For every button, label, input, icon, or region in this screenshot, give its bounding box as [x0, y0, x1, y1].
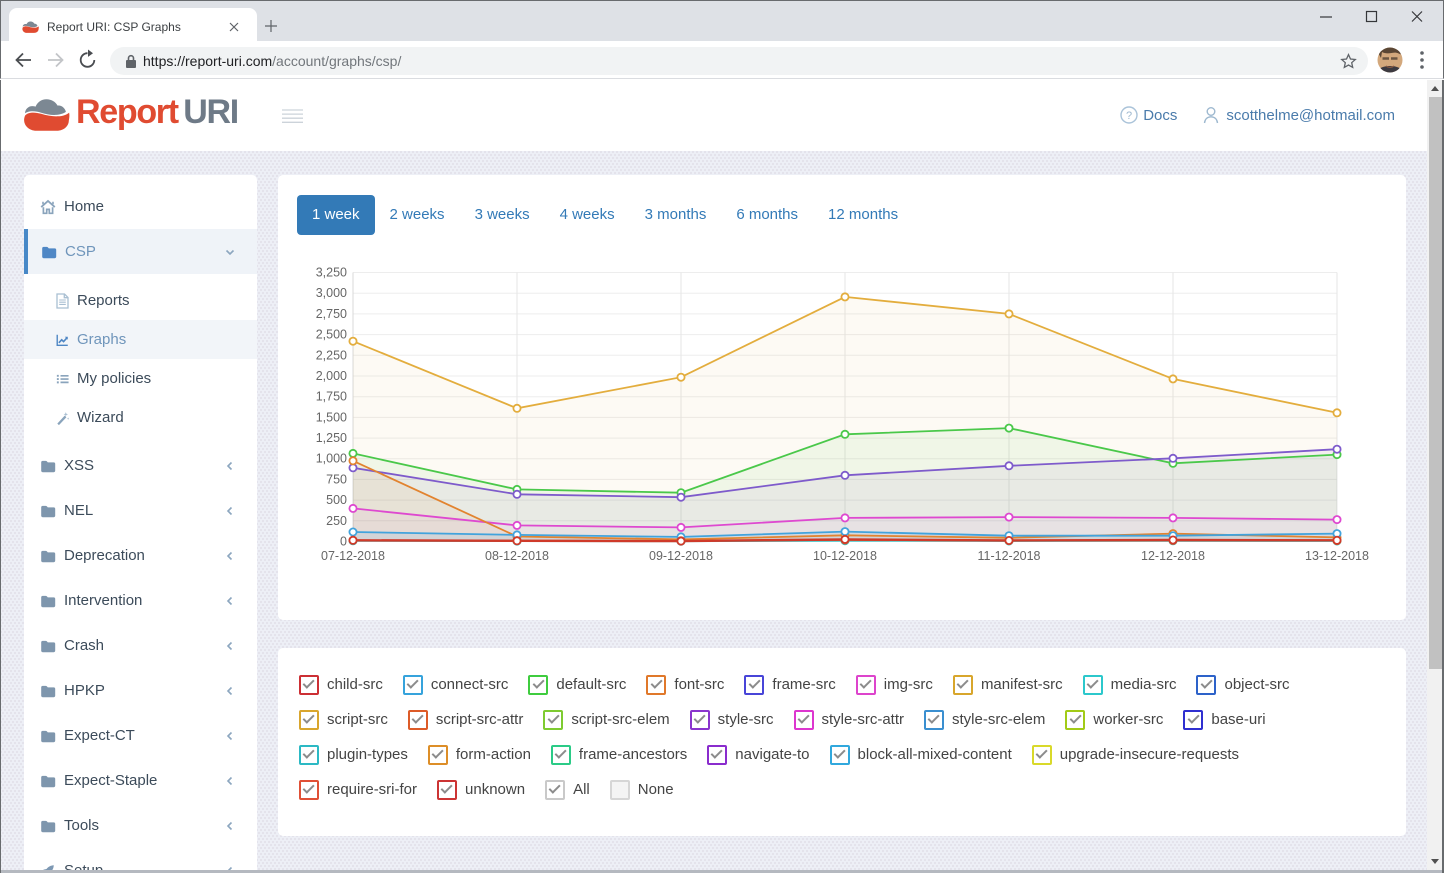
svg-text:10-12-2018: 10-12-2018	[813, 549, 877, 563]
svg-text:750: 750	[326, 472, 347, 486]
svg-text:13-12-2018: 13-12-2018	[1305, 549, 1369, 563]
svg-text:?: ?	[1126, 110, 1132, 122]
svg-text:1,250: 1,250	[316, 431, 347, 445]
svg-text:11-12-2018: 11-12-2018	[977, 549, 1040, 563]
svg-text:2,250: 2,250	[316, 348, 347, 362]
svg-text:09-12-2018: 09-12-2018	[649, 549, 713, 563]
svg-text:07-12-2018: 07-12-2018	[321, 549, 385, 563]
svg-text:250: 250	[326, 514, 347, 528]
svg-text:1,500: 1,500	[316, 410, 347, 424]
svg-text:1,750: 1,750	[316, 390, 347, 404]
svg-text:08-12-2018: 08-12-2018	[485, 549, 549, 563]
svg-text:2,750: 2,750	[316, 307, 347, 321]
svg-text:2,500: 2,500	[316, 328, 347, 342]
svg-text:500: 500	[326, 493, 347, 507]
svg-text:0: 0	[340, 535, 347, 549]
svg-text:2,000: 2,000	[316, 369, 347, 383]
svg-text:3,000: 3,000	[316, 286, 347, 300]
svg-text:12-12-2018: 12-12-2018	[1141, 549, 1205, 563]
svg-text:1,000: 1,000	[316, 452, 347, 466]
svg-text:3,250: 3,250	[316, 266, 347, 280]
